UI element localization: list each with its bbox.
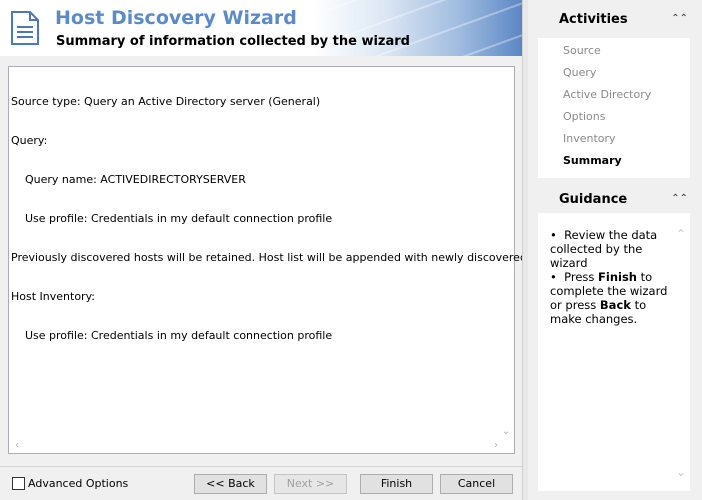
wizard-header: Host Discovery Wizard Summary of informa… [0, 0, 522, 56]
wizard-main-pane: Host Discovery Wizard Summary of informa… [0, 0, 563, 500]
double-chevron-up-icon[interactable]: ⌃⌃ [671, 193, 688, 204]
cancel-button[interactable]: Cancel [440, 474, 513, 494]
footer-divider [0, 466, 522, 467]
guidance-finish-word: Finish [598, 270, 637, 284]
activity-item-summary: Summary [563, 154, 622, 167]
summary-line: Use profile: Credentials in my default c… [11, 329, 333, 342]
advanced-options-label[interactable]: Advanced Options [28, 477, 128, 490]
guidance-bullet-text: Review the data collected by the wizard [550, 228, 658, 270]
scroll-up-arrow-icon[interactable]: ⌃ [676, 227, 686, 241]
guidance-title: Guidance [559, 192, 628, 207]
double-chevron-up-icon[interactable]: ⌃⌃ [671, 13, 688, 24]
summary-content: Source type: Query an Active Directory s… [11, 69, 563, 368]
activity-item-active-directory: Active Directory [563, 88, 652, 101]
advanced-options-checkbox[interactable] [12, 477, 25, 490]
scroll-down-arrow-icon[interactable]: ⌄ [502, 426, 510, 437]
back-button[interactable]: << Back [194, 474, 267, 494]
activity-item-query: Query [563, 66, 597, 79]
document-icon [11, 11, 39, 45]
scroll-down-arrow-icon[interactable]: ⌄ [676, 465, 686, 479]
activity-item-options: Options [563, 110, 606, 123]
scroll-left-arrow-icon[interactable]: ‹ [15, 440, 19, 451]
summary-textbox[interactable]: Source type: Query an Active Directory s… [8, 66, 563, 454]
wizard-subtitle: Summary of information collected by the … [56, 34, 410, 49]
activities-title: Activities [559, 12, 628, 27]
guidance-bullet: • Press Finish to complete the wizard or… [550, 270, 668, 326]
summary-line: Host Inventory: [11, 290, 95, 303]
summary-line: Query: [11, 134, 48, 147]
scroll-right-arrow-icon[interactable]: › [494, 440, 498, 451]
guidance-header[interactable]: Guidance ⌃⌃ [538, 182, 690, 216]
summary-line: Previously discovered hosts will be reta… [11, 251, 564, 264]
activities-header[interactable]: Activities ⌃⌃ [538, 2, 690, 36]
activities-list: Source Query Active Directory Options In… [538, 38, 690, 178]
summary-line: Source type: Query an Active Directory s… [11, 95, 321, 108]
guidance-bullet: • Review the data collected by the wizar… [550, 228, 658, 270]
guidance-back-word: Back [599, 298, 631, 312]
guidance-text: • Review the data collected by the wizar… [550, 228, 668, 326]
summary-line: Use profile: Credentials in my default c… [11, 212, 333, 225]
finish-button[interactable]: Finish [360, 474, 433, 494]
wizard-title: Host Discovery Wizard [55, 7, 297, 29]
guidance-panel: • Review the data collected by the wizar… [538, 213, 690, 491]
activity-item-source: Source [563, 44, 601, 57]
wizard-side-pane: Activities ⌃⌃ Source Query Active Direct… [528, 0, 702, 500]
guidance-text-part: Press [564, 270, 599, 284]
activity-item-inventory: Inventory [563, 132, 616, 145]
summary-line: Query name: ACTIVEDIRECTORYSERVER [11, 173, 246, 186]
next-button[interactable]: Next >> [274, 474, 347, 494]
